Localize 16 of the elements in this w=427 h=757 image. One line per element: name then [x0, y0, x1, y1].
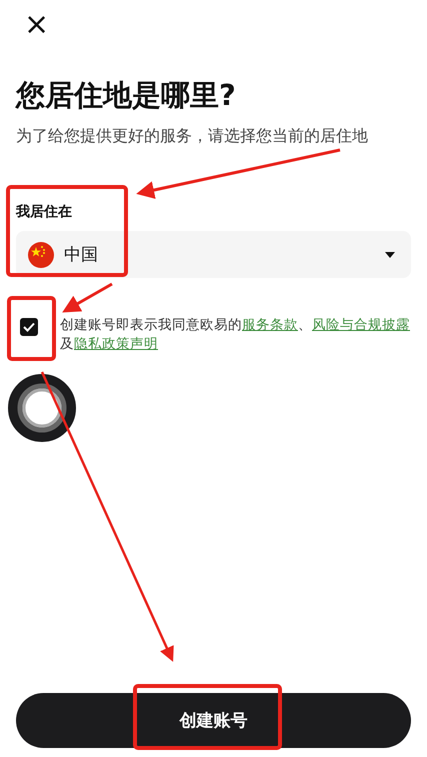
field-label: 我居住在	[16, 203, 73, 221]
close-button[interactable]: ×	[20, 8, 54, 42]
policy-link[interactable]: 风险与合规披露	[312, 317, 410, 333]
page-title: 您居住地是哪里?	[16, 77, 237, 114]
annotation-arrow	[62, 282, 113, 312]
policy-link[interactable]: 隐私政策声明	[74, 336, 158, 352]
subtitle: 为了给您提供更好的服务，请选择您当前的居住地	[16, 126, 369, 147]
create-account-button[interactable]: 创建账号	[16, 693, 411, 748]
flag-icon	[28, 242, 54, 268]
checkbox[interactable]	[20, 318, 38, 336]
country-select[interactable]: 中国	[16, 231, 411, 278]
annotation-frame	[7, 296, 56, 361]
country-value: 中国	[64, 244, 99, 266]
agreement-text: 创建账号即表示我同意欧易的服务条款、风险与合规披露 及隐私政策声明	[60, 316, 411, 354]
caret-icon	[385, 252, 395, 258]
policy-link[interactable]: 服务条款	[242, 317, 298, 333]
